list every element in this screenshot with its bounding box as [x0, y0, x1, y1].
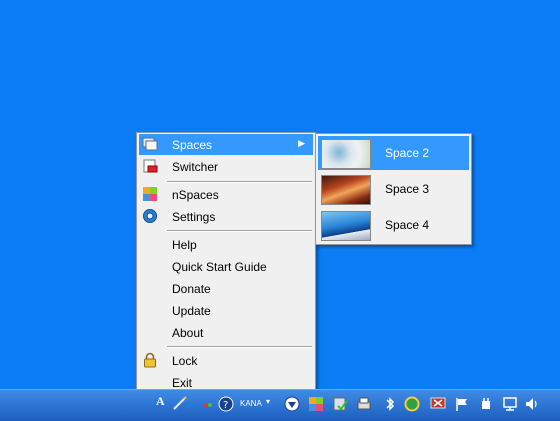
menu-item-lock[interactable]: Lock — [139, 350, 313, 371]
menu-item-label: Help — [172, 238, 197, 252]
menu-item-label: Quick Start Guide — [172, 260, 267, 274]
menu-item-label: Exit — [172, 376, 193, 390]
menu-item-nspaces[interactable]: nSpaces — [139, 184, 313, 205]
spaces-submenu: Space 2 Space 3 Space 4 — [315, 133, 472, 245]
gear-icon — [142, 208, 158, 224]
menu-separator — [167, 181, 312, 183]
menu-item-settings[interactable]: Settings — [139, 206, 313, 227]
menu-item-label: Lock — [172, 354, 198, 368]
switcher-icon — [142, 158, 158, 174]
ime-tool-icon[interactable] — [172, 396, 188, 412]
submenu-item-space-3[interactable]: Space 3 — [318, 172, 469, 206]
kana-indicator[interactable]: KANA — [240, 399, 262, 408]
menu-item-label: About — [172, 326, 204, 340]
menu-item-label: nSpaces — [172, 188, 219, 202]
submenu-item-label: Space 3 — [385, 182, 430, 196]
menu-separator — [167, 230, 312, 232]
menu-item-about[interactable]: About — [139, 322, 313, 343]
abstract-wallpaper-thumbnail — [321, 139, 371, 169]
menu-separator — [167, 346, 312, 348]
bluetooth-icon[interactable] — [382, 396, 398, 412]
padlock-icon — [142, 352, 158, 368]
menu-item-update[interactable]: Update — [139, 300, 313, 321]
security-check-icon[interactable] — [332, 396, 348, 412]
ime-help-icon[interactable]: ? — [218, 396, 234, 412]
volume-icon[interactable] — [524, 396, 540, 412]
nspaces-tray-icon[interactable] — [308, 396, 324, 412]
taskbar: A ? KANA ▾ — [0, 389, 560, 421]
network-shield-icon[interactable] — [284, 396, 300, 412]
ime-pad-icon[interactable] — [200, 396, 216, 412]
menu-item-switcher[interactable]: Switcher — [139, 156, 313, 177]
windows-icon — [142, 136, 158, 152]
svg-text:?: ? — [223, 400, 228, 411]
printer-icon[interactable] — [356, 396, 372, 412]
blue-boat-wallpaper-thumbnail — [321, 211, 371, 241]
sync-icon[interactable] — [404, 396, 420, 412]
submenu-item-label: Space 4 — [385, 218, 430, 232]
menu-item-label: Settings — [172, 210, 216, 224]
menu-item-label: Donate — [172, 282, 211, 296]
ime-mode-indicator[interactable]: A — [156, 394, 165, 409]
action-center-flag-icon[interactable] — [454, 396, 470, 412]
disconnected-display-icon[interactable] — [430, 396, 446, 412]
submenu-item-space-2[interactable]: Space 2 — [318, 136, 469, 170]
menu-item-help[interactable]: Help — [139, 234, 313, 255]
menu-item-quick-start-guide[interactable]: Quick Start Guide — [139, 256, 313, 277]
menu-item-spaces[interactable]: Spaces ▶ — [139, 134, 313, 155]
context-menu: Spaces ▶ Switcher nSpaces Settings Help … — [136, 132, 316, 394]
submenu-arrow-icon: ▶ — [298, 138, 305, 148]
menu-item-donate[interactable]: Donate — [139, 278, 313, 299]
menu-item-label: Switcher — [172, 160, 219, 174]
network-icon[interactable] — [502, 396, 518, 412]
chevron-down-icon[interactable]: ▾ — [266, 397, 270, 406]
menu-item-label: Spaces — [172, 138, 213, 152]
menu-item-label: Update — [172, 304, 211, 318]
canyon-wallpaper-thumbnail — [321, 175, 371, 205]
nspaces-logo-icon — [142, 186, 158, 202]
power-plug-icon[interactable] — [478, 396, 494, 412]
submenu-item-space-4[interactable]: Space 4 — [318, 208, 469, 242]
submenu-item-label: Space 2 — [385, 146, 430, 160]
